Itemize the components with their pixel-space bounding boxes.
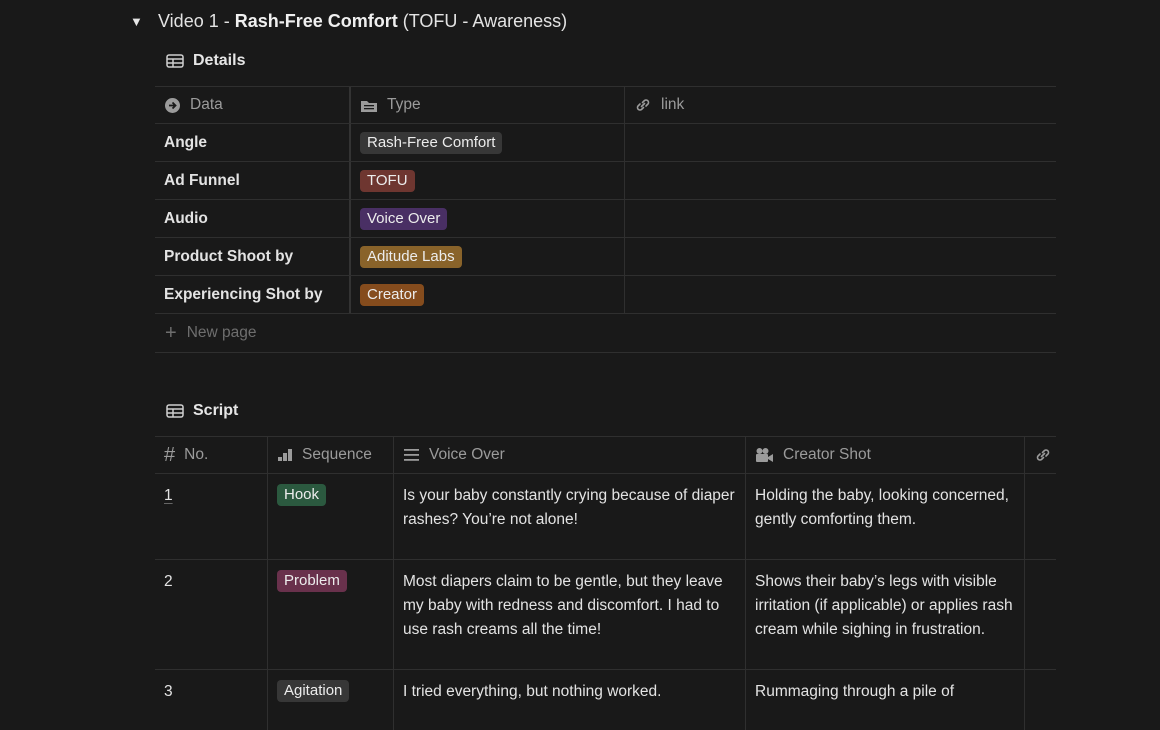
video-camera-icon <box>756 448 773 462</box>
row-label[interactable]: Audio <box>155 200 351 237</box>
type-tag: Creator <box>360 283 425 306</box>
link-cell[interactable] <box>1025 670 1056 730</box>
script-table: # No. Sequence Voice Over Creator Shot 1… <box>155 436 1056 730</box>
row-label[interactable]: Ad Funnel <box>155 162 351 199</box>
link-cell[interactable] <box>625 276 1056 313</box>
link-cell[interactable] <box>625 200 1056 237</box>
type-cell[interactable]: Rash-Free Comfort <box>351 124 625 161</box>
creator-shot-cell[interactable]: Rummaging through a pile of <box>746 670 1025 730</box>
text-lines-icon <box>404 449 419 461</box>
toggle-triangle-icon[interactable]: ▼ <box>130 14 146 29</box>
new-page-button[interactable]: + New page <box>155 314 1056 353</box>
type-tag: Voice Over <box>360 207 448 230</box>
link-cell[interactable] <box>625 238 1056 275</box>
column-header-data[interactable]: Data <box>155 87 351 123</box>
voice-over-cell[interactable]: Most diapers claim to be gentle, but the… <box>394 560 746 669</box>
table-row[interactable]: 3 Agitation I tried everything, but noth… <box>155 670 1056 730</box>
type-cell[interactable]: Aditude Labs <box>351 238 625 275</box>
type-cell[interactable]: Creator <box>351 276 625 313</box>
link-cell[interactable] <box>1025 474 1056 559</box>
type-cell[interactable]: Voice Over <box>351 200 625 237</box>
sequence-tag: Agitation <box>277 680 350 702</box>
script-db-title[interactable]: Script <box>166 402 238 420</box>
column-header-creator-shot[interactable]: Creator Shot <box>746 437 1025 473</box>
column-header-voice-over[interactable]: Voice Over <box>394 437 746 473</box>
row-label[interactable]: Experiencing Shot by <box>155 276 351 313</box>
type-tag: TOFU <box>360 169 415 192</box>
details-header-row: Data Type link <box>155 86 1056 124</box>
details-row[interactable]: Ad Funnel TOFU <box>155 162 1056 200</box>
column-header-sequence[interactable]: Sequence <box>268 437 394 473</box>
sequence-tag: Problem <box>277 570 347 592</box>
details-table: Data Type link Angle Rash-Free Comfort A… <box>155 86 1056 353</box>
hash-icon: # <box>164 443 176 466</box>
details-row[interactable]: Audio Voice Over <box>155 200 1056 238</box>
voice-over-cell[interactable]: I tried everything, but nothing worked. <box>394 670 746 730</box>
link-cell[interactable] <box>625 162 1056 199</box>
column-header-type[interactable]: Type <box>351 87 625 123</box>
link-icon <box>636 99 650 111</box>
table-view-icon <box>166 404 184 418</box>
details-row[interactable]: Angle Rash-Free Comfort <box>155 124 1056 162</box>
table-row[interactable]: 1 Hook Is your baby constantly crying be… <box>155 474 1056 560</box>
no-cell[interactable]: 2 <box>155 560 268 669</box>
link-cell[interactable] <box>625 124 1056 161</box>
type-tag: Rash-Free Comfort <box>360 131 503 154</box>
row-number: 3 <box>164 683 173 700</box>
details-row[interactable]: Experiencing Shot by Creator <box>155 276 1056 314</box>
details-row[interactable]: Product Shoot by Aditude Labs <box>155 238 1056 276</box>
row-number: 1 <box>164 487 173 504</box>
link-cell[interactable] <box>1025 560 1056 669</box>
creator-shot-cell[interactable]: Holding the baby, looking concerned, gen… <box>746 474 1025 559</box>
creator-shot-cell[interactable]: Shows their baby’s legs with visible irr… <box>746 560 1025 669</box>
voice-over-cell[interactable]: Is your baby constantly crying because o… <box>394 474 746 559</box>
row-label[interactable]: Angle <box>155 124 351 161</box>
sequence-cell[interactable]: Hook <box>268 474 394 559</box>
no-cell[interactable]: 1 <box>155 474 268 559</box>
sequence-cell[interactable]: Agitation <box>268 670 394 730</box>
bar-steps-icon <box>278 449 292 461</box>
table-view-icon <box>166 54 184 68</box>
link-icon <box>1036 449 1050 461</box>
row-label[interactable]: Product Shoot by <box>155 238 351 275</box>
script-header-row: # No. Sequence Voice Over Creator Shot <box>155 436 1056 474</box>
row-number: 2 <box>164 573 173 590</box>
toggle-heading[interactable]: ▼ Video 1 - Rash-Free Comfort (TOFU - Aw… <box>130 8 567 34</box>
table-row[interactable]: 2 Problem Most diapers claim to be gentl… <box>155 560 1056 670</box>
column-header-link[interactable]: link <box>625 87 1056 123</box>
no-cell[interactable]: 3 <box>155 670 268 730</box>
type-cell[interactable]: TOFU <box>351 162 625 199</box>
column-header-no[interactable]: # No. <box>155 437 268 473</box>
toggle-title: Video 1 - Rash-Free Comfort (TOFU - Awar… <box>158 10 568 31</box>
plus-icon: + <box>165 321 177 344</box>
arrow-circle-icon <box>165 97 180 113</box>
folder-icon <box>361 100 377 112</box>
details-db-title[interactable]: Details <box>166 52 245 70</box>
sequence-cell[interactable]: Problem <box>268 560 394 669</box>
column-header-link[interactable] <box>1025 437 1056 473</box>
sequence-tag: Hook <box>277 484 327 506</box>
type-tag: Aditude Labs <box>360 245 462 268</box>
